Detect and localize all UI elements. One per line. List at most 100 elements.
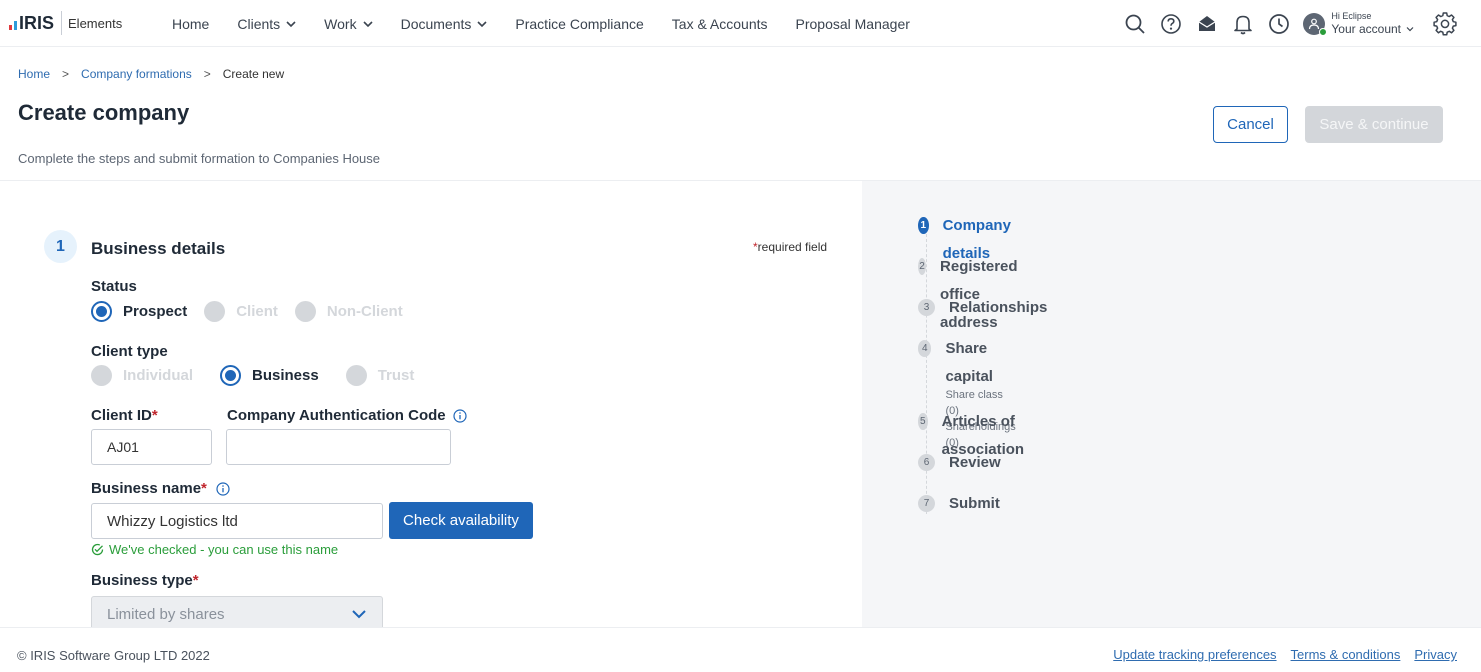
privacy-link[interactable]: Privacy [1414,647,1457,662]
logo-text: IRIS [19,12,55,33]
nav-label: Home [172,15,210,32]
radio-label: Prospect [123,303,188,320]
update-tracking-preferences-link[interactable]: Update tracking preferences [1113,647,1276,662]
help-icon[interactable] [1159,12,1183,36]
bell-icon[interactable] [1231,12,1255,36]
label-text: Company Authentication Code [227,407,446,424]
client-id-label: Client ID * [91,407,158,424]
search-icon[interactable] [1123,12,1147,36]
nav-item-home[interactable]: Home [172,16,209,32]
breadcrumb: Home > Company formations > Create new [18,67,284,81]
radio-button[interactable] [91,365,112,386]
nav-item-work[interactable]: Work [324,15,373,32]
label-text: Status [91,278,137,295]
label-text: Client ID [91,407,152,424]
radio-button[interactable] [220,365,242,386]
required-asterisk: * [151,407,158,424]
status-radio-non-client[interactable]: Non-Client [294,301,403,322]
step-number-badge: 3 [918,299,935,316]
footer: © IRIS Software Group LTD 2022 Update tr… [0,627,1481,672]
account-menu[interactable]: Hi Eclipse Your account [1303,11,1415,36]
nav-label: Work [324,15,357,32]
client-type-radio-trust[interactable]: Trust [345,365,414,386]
name-available-message: We've checked - you can use this name [91,542,338,557]
step-label: Relationships [949,299,1048,316]
nav-item-proposal-manager[interactable]: Proposal Manager [796,16,910,32]
copyright-text: © IRIS Software Group LTD 2022 [17,648,210,663]
nav-item-documents[interactable]: Documents [401,16,488,32]
required-asterisk: * [192,572,199,589]
cancel-button[interactable]: Cancel [1213,106,1288,143]
radio-label: Non-Client [326,303,403,320]
top-navigation-bar: IRIS Elements Home Clients Work Document… [0,0,1481,47]
required-asterisk: * [201,480,207,497]
label-text: Business type [91,572,193,589]
status-label: Status [91,278,137,295]
radio-button[interactable] [345,365,367,386]
radio-label: Business [252,367,319,384]
nav-label: Documents [400,15,472,32]
gear-icon[interactable] [1433,11,1457,36]
mail-icon[interactable] [1195,12,1219,36]
radio-label: Client [236,303,278,320]
success-text: We've checked - you can use this name [109,542,339,557]
chevron-down-icon [1406,27,1414,32]
nav-item-practice-compliance[interactable]: Practice Compliance [515,16,643,32]
chevron-down-icon [477,20,487,27]
save-continue-button[interactable]: Save & continue [1305,106,1443,143]
step-label: Review [949,454,1001,471]
step-relationships[interactable]: 3 Relationships [918,294,1047,322]
chevron-down-icon [352,610,366,619]
breadcrumb-home[interactable]: Home [18,67,50,81]
account-label: Your account [1331,22,1401,36]
check-circle-icon [91,543,104,556]
nav-label: Practice Compliance [515,15,644,32]
nav-item-tax-accounts[interactable]: Tax & Accounts [672,16,768,32]
breadcrumb-separator-icon: > [62,67,70,81]
client-type-radio-business[interactable]: Business [220,365,319,386]
section-number-badge: 1 [44,230,77,263]
radio-button[interactable] [91,301,112,322]
check-availability-button[interactable]: Check availability [389,502,533,539]
step-label: Share capital [945,340,993,385]
status-radio-prospect[interactable]: Prospect [91,301,187,322]
status-radio-client[interactable]: Client [204,301,278,322]
business-name-label: Business name * [91,480,230,497]
radio-button[interactable] [294,301,316,322]
label-text: Business name [91,480,202,497]
terms-conditions-link[interactable]: Terms & conditions [1291,647,1401,662]
step-review[interactable]: 6 Review [918,449,1001,477]
section-title: Business details [91,239,226,258]
step-submit[interactable]: 7 Submit [918,490,1000,518]
step-number-badge: 2 [918,258,927,275]
main-nav: Home Clients Work Documents Practice Com… [172,0,938,47]
step-number-badge: 7 [918,495,935,512]
breadcrumb-company-formations[interactable]: Company formations [81,67,192,81]
business-name-input[interactable]: Whizzy Logistics ltd [91,503,383,539]
step-number-badge: 6 [918,454,935,471]
toolbar-icons: Hi Eclipse Your account [1111,0,1481,47]
client-type-radio-individual[interactable]: Individual [91,365,193,386]
breadcrumb-separator-icon: > [203,67,211,81]
online-status-dot [1319,27,1328,36]
clock-icon[interactable] [1267,12,1291,36]
info-icon[interactable] [216,481,230,496]
info-icon[interactable] [453,408,467,423]
step-number-badge: 4 [918,340,932,357]
footer-links: Update tracking preferences Terms & cond… [1099,647,1457,662]
select-value: Limited by shares [107,605,225,623]
account-greeting: Hi Eclipse [1331,11,1372,21]
avatar [1303,12,1328,36]
required-field-note: *required field [753,240,827,254]
breadcrumb-current: Create new [222,67,285,81]
auth-code-input[interactable] [226,429,451,465]
step-number-badge: 1 [918,217,929,234]
business-type-label: Business type * [91,572,199,589]
nav-item-clients[interactable]: Clients [237,16,296,32]
client-id-input[interactable]: AJ01 [91,429,212,465]
logo-divider [61,11,63,35]
chevron-down-icon [286,20,296,27]
client-type-label: Client type [91,343,168,360]
radio-button[interactable] [204,301,226,322]
iris-logo[interactable]: IRIS Elements [9,11,122,35]
